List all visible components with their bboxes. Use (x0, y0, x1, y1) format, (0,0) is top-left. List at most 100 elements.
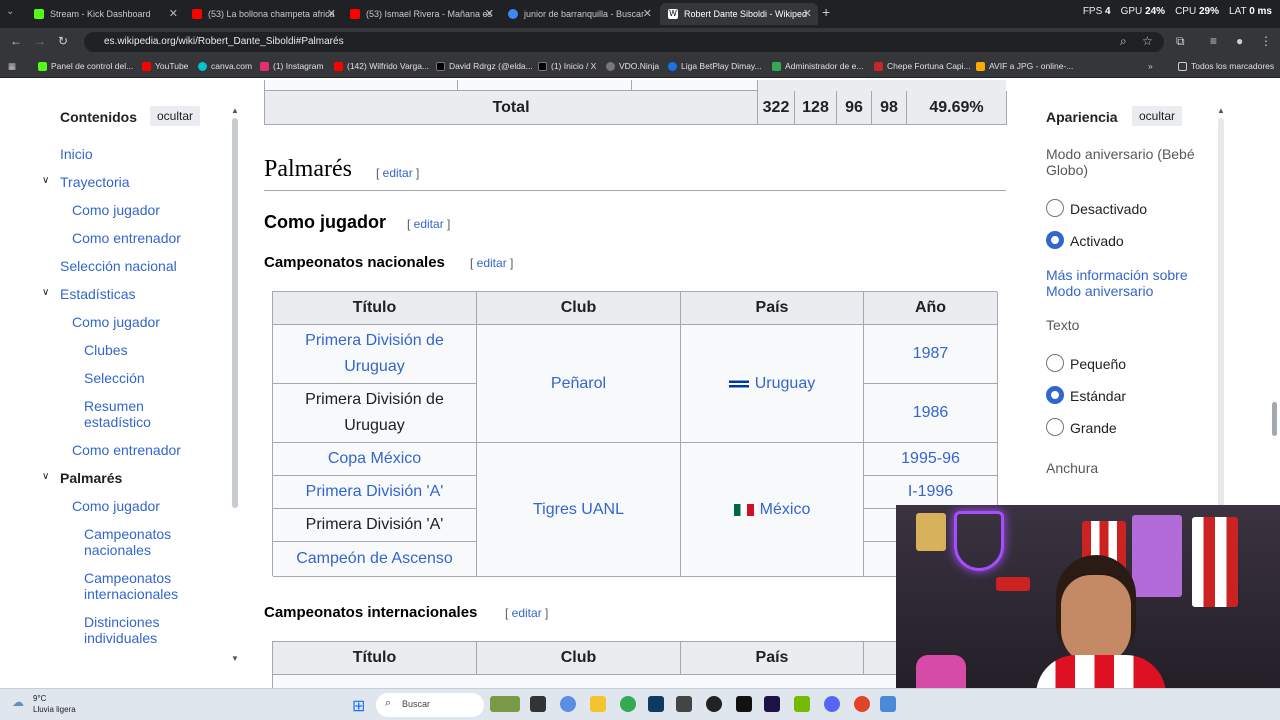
file-explorer-icon[interactable] (590, 696, 606, 712)
toc-item-inicio[interactable]: Inicio (60, 146, 93, 162)
bookmark-item[interactable]: YouTube (142, 61, 188, 71)
bookmark-item[interactable]: Administrador de e... (772, 61, 863, 71)
close-icon[interactable]: ✕ (169, 7, 178, 20)
cell-titulo[interactable]: Primera División de Uruguay (273, 325, 477, 384)
nvidia-icon[interactable] (794, 696, 810, 712)
toc-scroll-thumb[interactable] (232, 118, 238, 508)
reading-list-icon[interactable]: ≡ (1210, 34, 1217, 48)
edit-internacionales-link[interactable]: editar (512, 606, 542, 620)
edit-nacionales-link[interactable]: editar (477, 256, 507, 270)
radio-pequeno[interactable] (1046, 354, 1064, 372)
scroll-down-icon[interactable]: ▼ (231, 654, 239, 663)
bookmark-item[interactable]: VDO.Ninja (606, 61, 659, 71)
bookmark-item[interactable]: David Rdrgz (@elda... (436, 61, 533, 71)
more-bookmarks-icon[interactable]: » (1148, 61, 1153, 71)
chevron-down-icon[interactable]: ∨ (42, 175, 49, 186)
toc-item-palmares[interactable]: Palmarés (60, 470, 122, 486)
bookmark-item[interactable]: canva.com (198, 61, 252, 71)
weather-widget[interactable]: ☁ 9°C Lluvia ligera (12, 693, 76, 715)
task-view-icon[interactable] (530, 696, 546, 712)
radio-activado-label[interactable]: Activado (1070, 233, 1124, 249)
cell-club-penarol[interactable]: Peñarol (477, 325, 681, 443)
forward-icon[interactable]: → (34, 34, 46, 48)
bookmark-item[interactable]: Liga BetPlay Dimay... (668, 61, 762, 71)
cell-titulo[interactable]: Primera División 'A' (273, 476, 477, 509)
cell-anio[interactable]: 1986 (864, 384, 998, 443)
close-icon[interactable]: ✕ (485, 7, 494, 20)
edit-palmares-link[interactable]: editar (383, 166, 413, 180)
toc-item-resumen[interactable]: Resumen estadístico (84, 398, 184, 430)
radio-estandar-label[interactable]: Estándar (1070, 388, 1126, 404)
radio-estandar[interactable] (1046, 386, 1064, 404)
copilot-icon[interactable] (560, 696, 576, 712)
bookmark-item[interactable]: (142) Wilfrido Varga... (334, 61, 429, 71)
back-icon[interactable]: ← (10, 34, 22, 48)
more-info-link[interactable]: Más información sobre Modo aniversario (1046, 267, 1216, 299)
extensions-icon[interactable]: ⧉ (1176, 34, 1185, 49)
toc-hide-button[interactable]: ocultar (150, 106, 201, 126)
tab-search-icon[interactable]: ⌄ (6, 6, 14, 17)
radio-activado[interactable] (1046, 231, 1064, 249)
photoshop-icon[interactable] (648, 696, 664, 712)
new-tab-icon[interactable]: + (822, 4, 830, 20)
cell-titulo[interactable]: Copa México (273, 443, 477, 476)
page-scroll-thumb[interactable] (1272, 402, 1277, 436)
cell-club-tigres[interactable]: Tigres UANL (477, 443, 681, 577)
radio-grande[interactable] (1046, 418, 1064, 436)
obs-icon[interactable] (676, 696, 692, 712)
chevron-down-icon[interactable]: ∨ (42, 471, 49, 482)
app-icon-2[interactable] (854, 696, 870, 712)
close-icon[interactable]: ✕ (643, 7, 652, 20)
radio-desactivado-label[interactable]: Desactivado (1070, 201, 1147, 217)
toc-item-campeonatos-internacionales[interactable]: Campeonatos internacionales (84, 570, 194, 602)
bookmark-item[interactable]: (1) Inicio / X (538, 61, 596, 71)
app-icon[interactable] (706, 696, 722, 712)
toc-item-como-entrenador[interactable]: Como entrenador (72, 230, 181, 246)
close-icon[interactable]: ✕ (327, 7, 336, 20)
radio-grande-label[interactable]: Grande (1070, 420, 1117, 436)
url-field[interactable]: es.wikipedia.org/wiki/Robert_Dante_Sibol… (84, 32, 1164, 52)
menu-icon[interactable]: ⋮ (1260, 34, 1272, 48)
cell-titulo[interactable]: Campeón de Ascenso (273, 542, 477, 577)
appearance-hide-button[interactable]: ocultar (1132, 106, 1183, 126)
toc-item-campeonatos-nacionales[interactable]: Campeonatos nacionales (84, 526, 184, 558)
toc-item-seleccion-nacional[interactable]: Selección nacional (60, 258, 177, 274)
scroll-up-icon[interactable]: ▲ (231, 106, 239, 115)
cell-pais-mexico[interactable]: México (681, 443, 864, 577)
tab-kick[interactable]: Stream - Kick Dashboard ✕ (26, 3, 184, 25)
close-icon[interactable]: ✕ (803, 7, 812, 20)
apps-icon[interactable]: ▦ (8, 61, 16, 72)
zoom-icon[interactable]: ⌕ (1120, 34, 1127, 49)
edit-como-jugador-link[interactable]: editar (414, 217, 444, 231)
discord-icon[interactable] (824, 696, 840, 712)
taskbar-search[interactable]: ⌕ Buscar (376, 693, 484, 717)
bookmark-item[interactable]: AVIF a JPG - online-... (976, 61, 1073, 71)
widget-icon[interactable] (490, 696, 520, 712)
toc-item-como-entrenador-2[interactable]: Como entrenador (72, 442, 181, 458)
bookmark-star-icon[interactable]: ☆ (1142, 34, 1153, 48)
toc-item-como-jugador-2[interactable]: Como jugador (72, 314, 160, 330)
toc-item-distinciones[interactable]: Distinciones individuales (84, 614, 184, 646)
toc-item-seleccion[interactable]: Selección (84, 370, 145, 386)
chrome-icon[interactable] (620, 696, 636, 712)
toc-item-como-jugador-3[interactable]: Como jugador (72, 498, 160, 514)
windows-start-icon[interactable]: ⊞ (352, 696, 365, 716)
scroll-up-icon[interactable]: ▲ (1217, 106, 1225, 115)
bookmark-item[interactable]: (1) Instagram (260, 61, 324, 71)
chevron-down-icon[interactable]: ∨ (42, 287, 49, 298)
radio-desactivado[interactable] (1046, 199, 1064, 217)
tab-youtube-2[interactable]: (53) Ismael Rivera - Mañana es ✕ (342, 3, 500, 25)
tab-youtube-1[interactable]: (53) La bollona champeta africa ✕ (184, 3, 342, 25)
cell-anio[interactable]: 1987 (864, 325, 998, 384)
toc-item-estadisticas[interactable]: Estadísticas (60, 286, 135, 302)
tiktok-icon[interactable] (736, 696, 752, 712)
all-bookmarks[interactable]: Todos los marcadores (1178, 61, 1274, 71)
tab-google[interactable]: junior de barranquilla - Buscar ✕ (500, 3, 658, 25)
toc-item-clubes[interactable]: Clubes (84, 342, 128, 358)
toc-item-como-jugador[interactable]: Como jugador (72, 202, 160, 218)
after-effects-icon[interactable] (764, 696, 780, 712)
cell-pais-uruguay[interactable]: Uruguay (681, 325, 864, 443)
radio-pequeno-label[interactable]: Pequeño (1070, 356, 1126, 372)
bookmark-item[interactable]: Chepe Fortuna Capi... (874, 61, 971, 71)
bookmark-item[interactable]: Panel de control del... (38, 61, 133, 71)
